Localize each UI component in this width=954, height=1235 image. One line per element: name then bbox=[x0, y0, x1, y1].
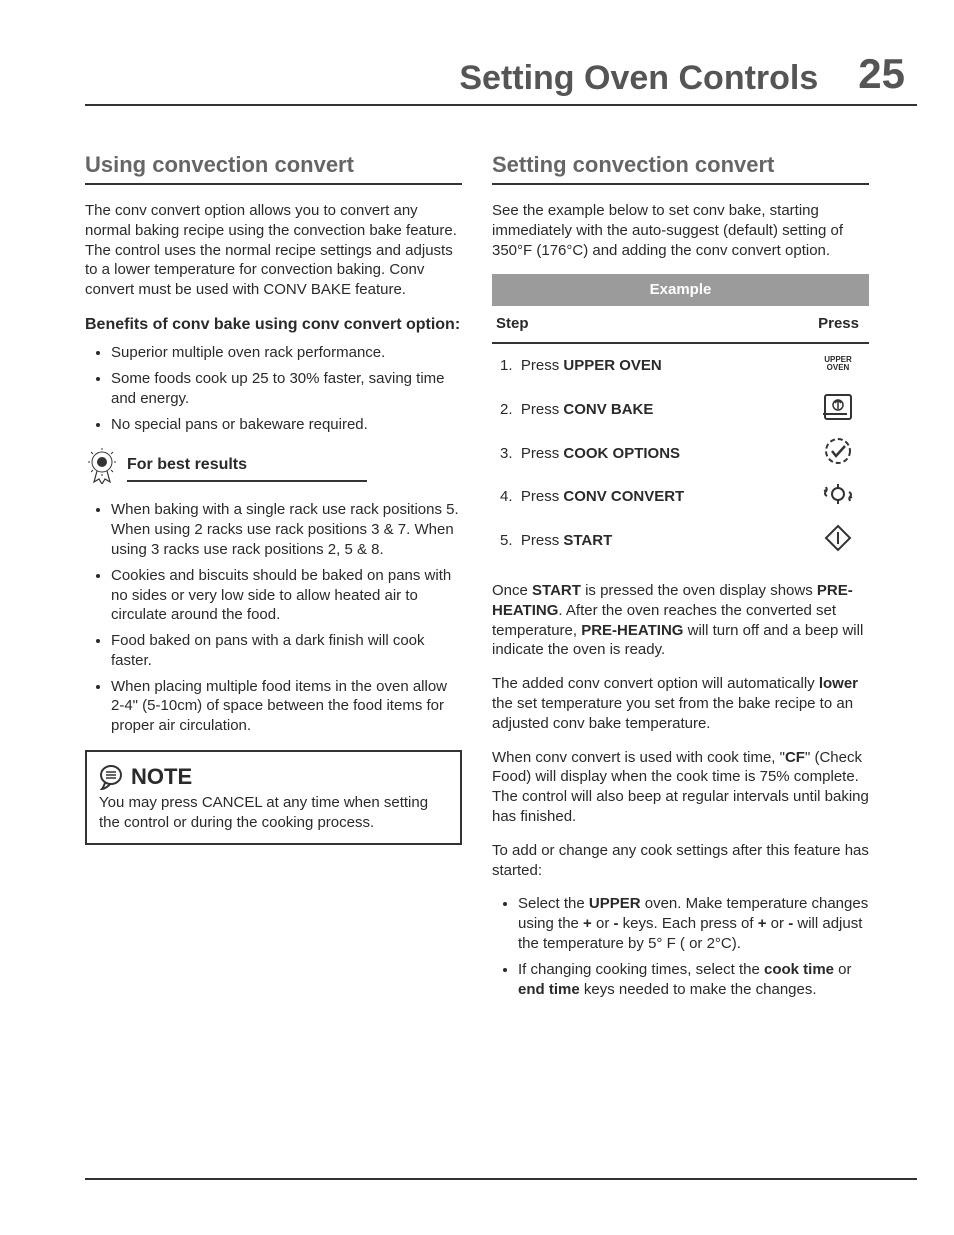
left-column: Using convection convert The conv conver… bbox=[85, 150, 462, 1013]
benefits-heading: Benefits of conv bake using conv convert… bbox=[85, 314, 462, 335]
list-item: Superior multiple oven rack performance. bbox=[111, 343, 462, 363]
paragraph: When conv convert is used with cook time… bbox=[492, 748, 869, 827]
start-icon bbox=[824, 524, 852, 552]
paragraph: The added conv convert option will autom… bbox=[492, 674, 869, 733]
page-title: Setting Oven Controls bbox=[459, 59, 818, 98]
benefits-list: Superior multiple oven rack performance.… bbox=[85, 343, 462, 434]
col-press: Press bbox=[807, 306, 869, 343]
col-step: Step bbox=[492, 306, 807, 343]
page-header: Setting Oven Controls 25 bbox=[85, 50, 917, 106]
list-item: If changing cooking times, select the co… bbox=[518, 960, 869, 1000]
conv-bake-icon bbox=[823, 393, 853, 421]
right-heading: Setting convection convert bbox=[492, 150, 869, 179]
table-row: 1. Press UPPER OVEN bbox=[492, 343, 807, 388]
table-row: 3. Press COOK OPTIONS bbox=[492, 432, 807, 476]
right-column: Setting convection convert See the examp… bbox=[492, 150, 869, 1013]
note-box: NOTE You may press CANCEL at any time wh… bbox=[85, 750, 462, 845]
conv-convert-icon bbox=[821, 480, 855, 508]
example-title: Example bbox=[492, 274, 869, 306]
table-row: 2. Press CONV BAKE bbox=[492, 388, 807, 432]
upper-oven-icon: UPPEROVEN bbox=[824, 356, 852, 372]
list-item: Food baked on pans with a dark finish wi… bbox=[111, 631, 462, 671]
left-intro: The conv convert option allows you to co… bbox=[85, 201, 462, 300]
best-results-list: When baking with a single rack use rack … bbox=[85, 500, 462, 736]
list-item: When placing multiple food items in the … bbox=[111, 677, 462, 736]
list-item: When baking with a single rack use rack … bbox=[111, 500, 462, 559]
table-row: 4. Press CONV CONVERT bbox=[492, 475, 807, 519]
left-heading: Using convection convert bbox=[85, 150, 462, 179]
best-results-heading: For best results bbox=[85, 448, 462, 484]
list-item: No special pans or bakeware required. bbox=[111, 415, 462, 435]
right-intro: See the example below to set conv bake, … bbox=[492, 201, 869, 260]
award-ribbon-icon bbox=[85, 448, 119, 484]
settings-list: Select the UPPER oven. Make temperature … bbox=[492, 894, 869, 999]
table-row: 5. Press START bbox=[492, 519, 807, 563]
note-label: NOTE bbox=[131, 762, 192, 791]
paragraph: Once START is pressed the oven display s… bbox=[492, 581, 869, 660]
list-item: Select the UPPER oven. Make temperature … bbox=[518, 894, 869, 953]
footer-rule bbox=[85, 1178, 917, 1180]
note-icon bbox=[99, 764, 125, 790]
list-item: Cookies and biscuits should be baked on … bbox=[111, 566, 462, 625]
cook-options-icon bbox=[823, 436, 853, 466]
example-table: Example Step Press 1. Press UPPER OVEN U… bbox=[492, 274, 869, 563]
list-item: Some foods cook up 25 to 30% faster, sav… bbox=[111, 369, 462, 409]
note-text: You may press CANCEL at any time when se… bbox=[99, 793, 448, 833]
page-number: 25 bbox=[846, 50, 917, 98]
paragraph: To add or change any cook settings after… bbox=[492, 841, 869, 881]
